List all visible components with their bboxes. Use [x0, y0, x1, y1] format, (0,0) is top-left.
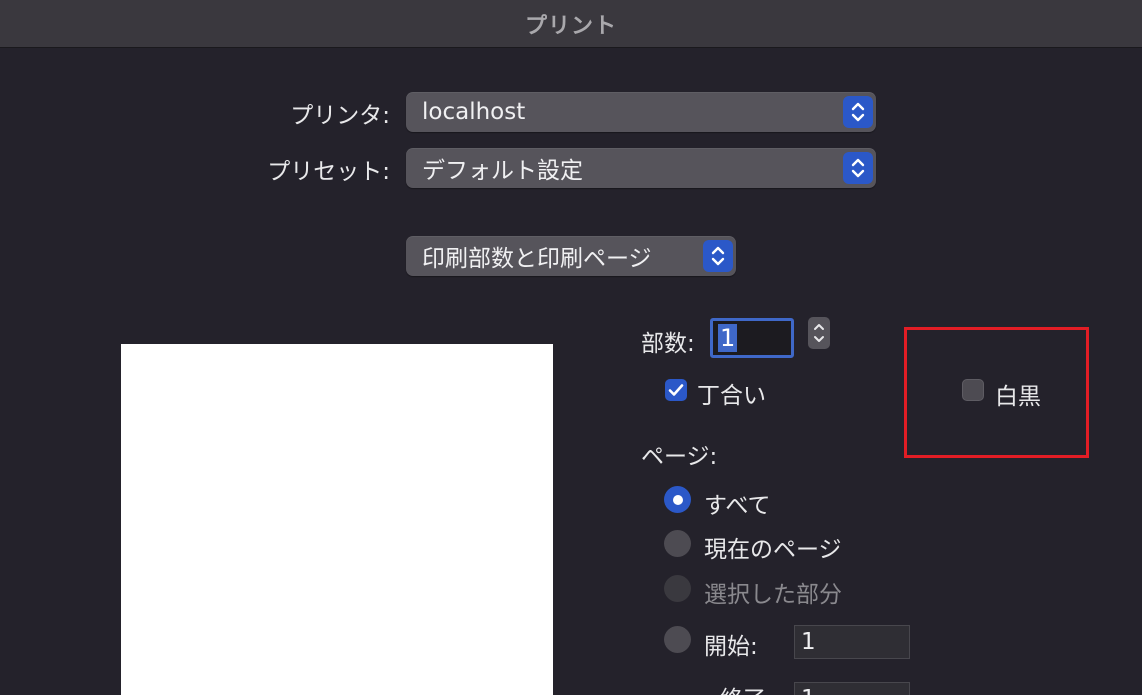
- radio-all[interactable]: [664, 486, 691, 513]
- radio-current-page-label: 現在のページ: [704, 537, 842, 563]
- copies-label: 部数:: [641, 331, 695, 357]
- page-to-label: 終了:: [720, 680, 774, 695]
- collate-label: 丁合い: [697, 383, 766, 409]
- page-from-input[interactable]: 1: [794, 625, 910, 659]
- page-preview: [121, 344, 553, 695]
- copies-stepper[interactable]: [808, 317, 830, 349]
- black-white-checkbox[interactable]: [962, 379, 984, 401]
- stepper-up-icon[interactable]: [813, 322, 825, 331]
- printer-value: localhost: [422, 99, 526, 125]
- copies-value: 1: [718, 324, 738, 352]
- black-white-label: 白黒: [995, 384, 1041, 410]
- preset-value: デフォルト設定: [422, 158, 583, 184]
- chevrons-up-down-icon: [843, 152, 873, 184]
- chevrons-up-down-icon: [703, 240, 733, 272]
- radio-range[interactable]: [664, 626, 691, 653]
- pages-label: ページ:: [641, 444, 718, 470]
- printer-popup[interactable]: localhost: [406, 92, 876, 132]
- stepper-down-icon[interactable]: [813, 335, 825, 344]
- printer-label: プリンタ:: [290, 103, 390, 129]
- collate-checkbox[interactable]: [665, 379, 687, 401]
- page-to-input[interactable]: 1: [794, 682, 910, 695]
- window-title: プリント: [524, 13, 617, 39]
- radio-selection: [664, 575, 691, 602]
- radio-current-page[interactable]: [664, 530, 691, 557]
- section-popup[interactable]: 印刷部数と印刷ページ: [406, 236, 736, 276]
- page-to-value: 1: [801, 686, 816, 695]
- radio-selection-label: 選択した部分: [704, 582, 842, 608]
- radio-all-label: すべて: [704, 493, 771, 519]
- checkmark-icon: [668, 384, 684, 396]
- page-from-value: 1: [801, 629, 816, 655]
- preset-popup[interactable]: デフォルト設定: [406, 148, 876, 188]
- radio-range-label: 開始:: [704, 634, 758, 660]
- chevrons-up-down-icon: [843, 96, 873, 128]
- preset-label: プリセット:: [267, 159, 390, 185]
- copies-input[interactable]: 1: [710, 318, 794, 358]
- section-value: 印刷部数と印刷ページ: [422, 246, 652, 272]
- title-bar: プリント: [0, 0, 1142, 48]
